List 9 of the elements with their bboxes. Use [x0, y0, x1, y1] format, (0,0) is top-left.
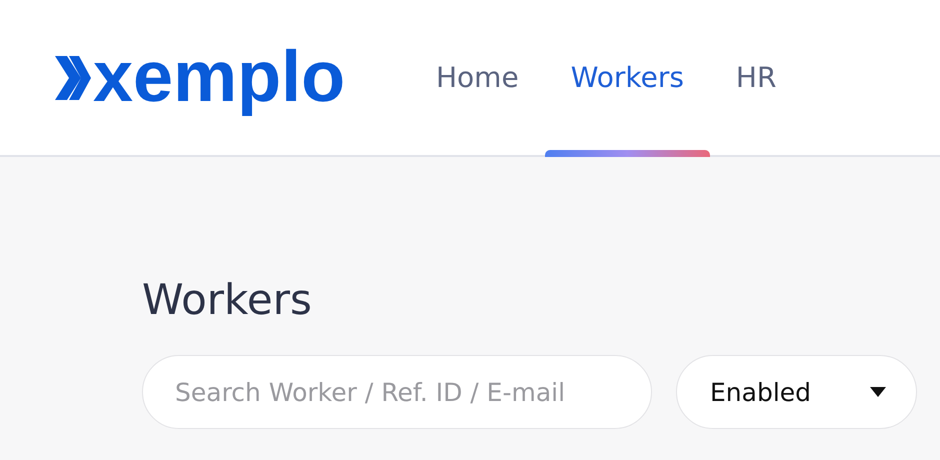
nav-tab[interactable]: Workers [544, 0, 710, 155]
chevron-icon [55, 56, 91, 100]
nav-tab[interactable]: HR [710, 0, 802, 155]
status-dropdown[interactable]: Enabled [676, 355, 917, 430]
caret-icon [870, 387, 886, 398]
page-title: Workers [142, 275, 313, 326]
logo[interactable]: xemplo [93, 30, 346, 124]
nav-tab[interactable]: Home [410, 0, 545, 155]
search-field[interactable]: Search Worker / Ref. ID / E-mail [142, 355, 652, 430]
